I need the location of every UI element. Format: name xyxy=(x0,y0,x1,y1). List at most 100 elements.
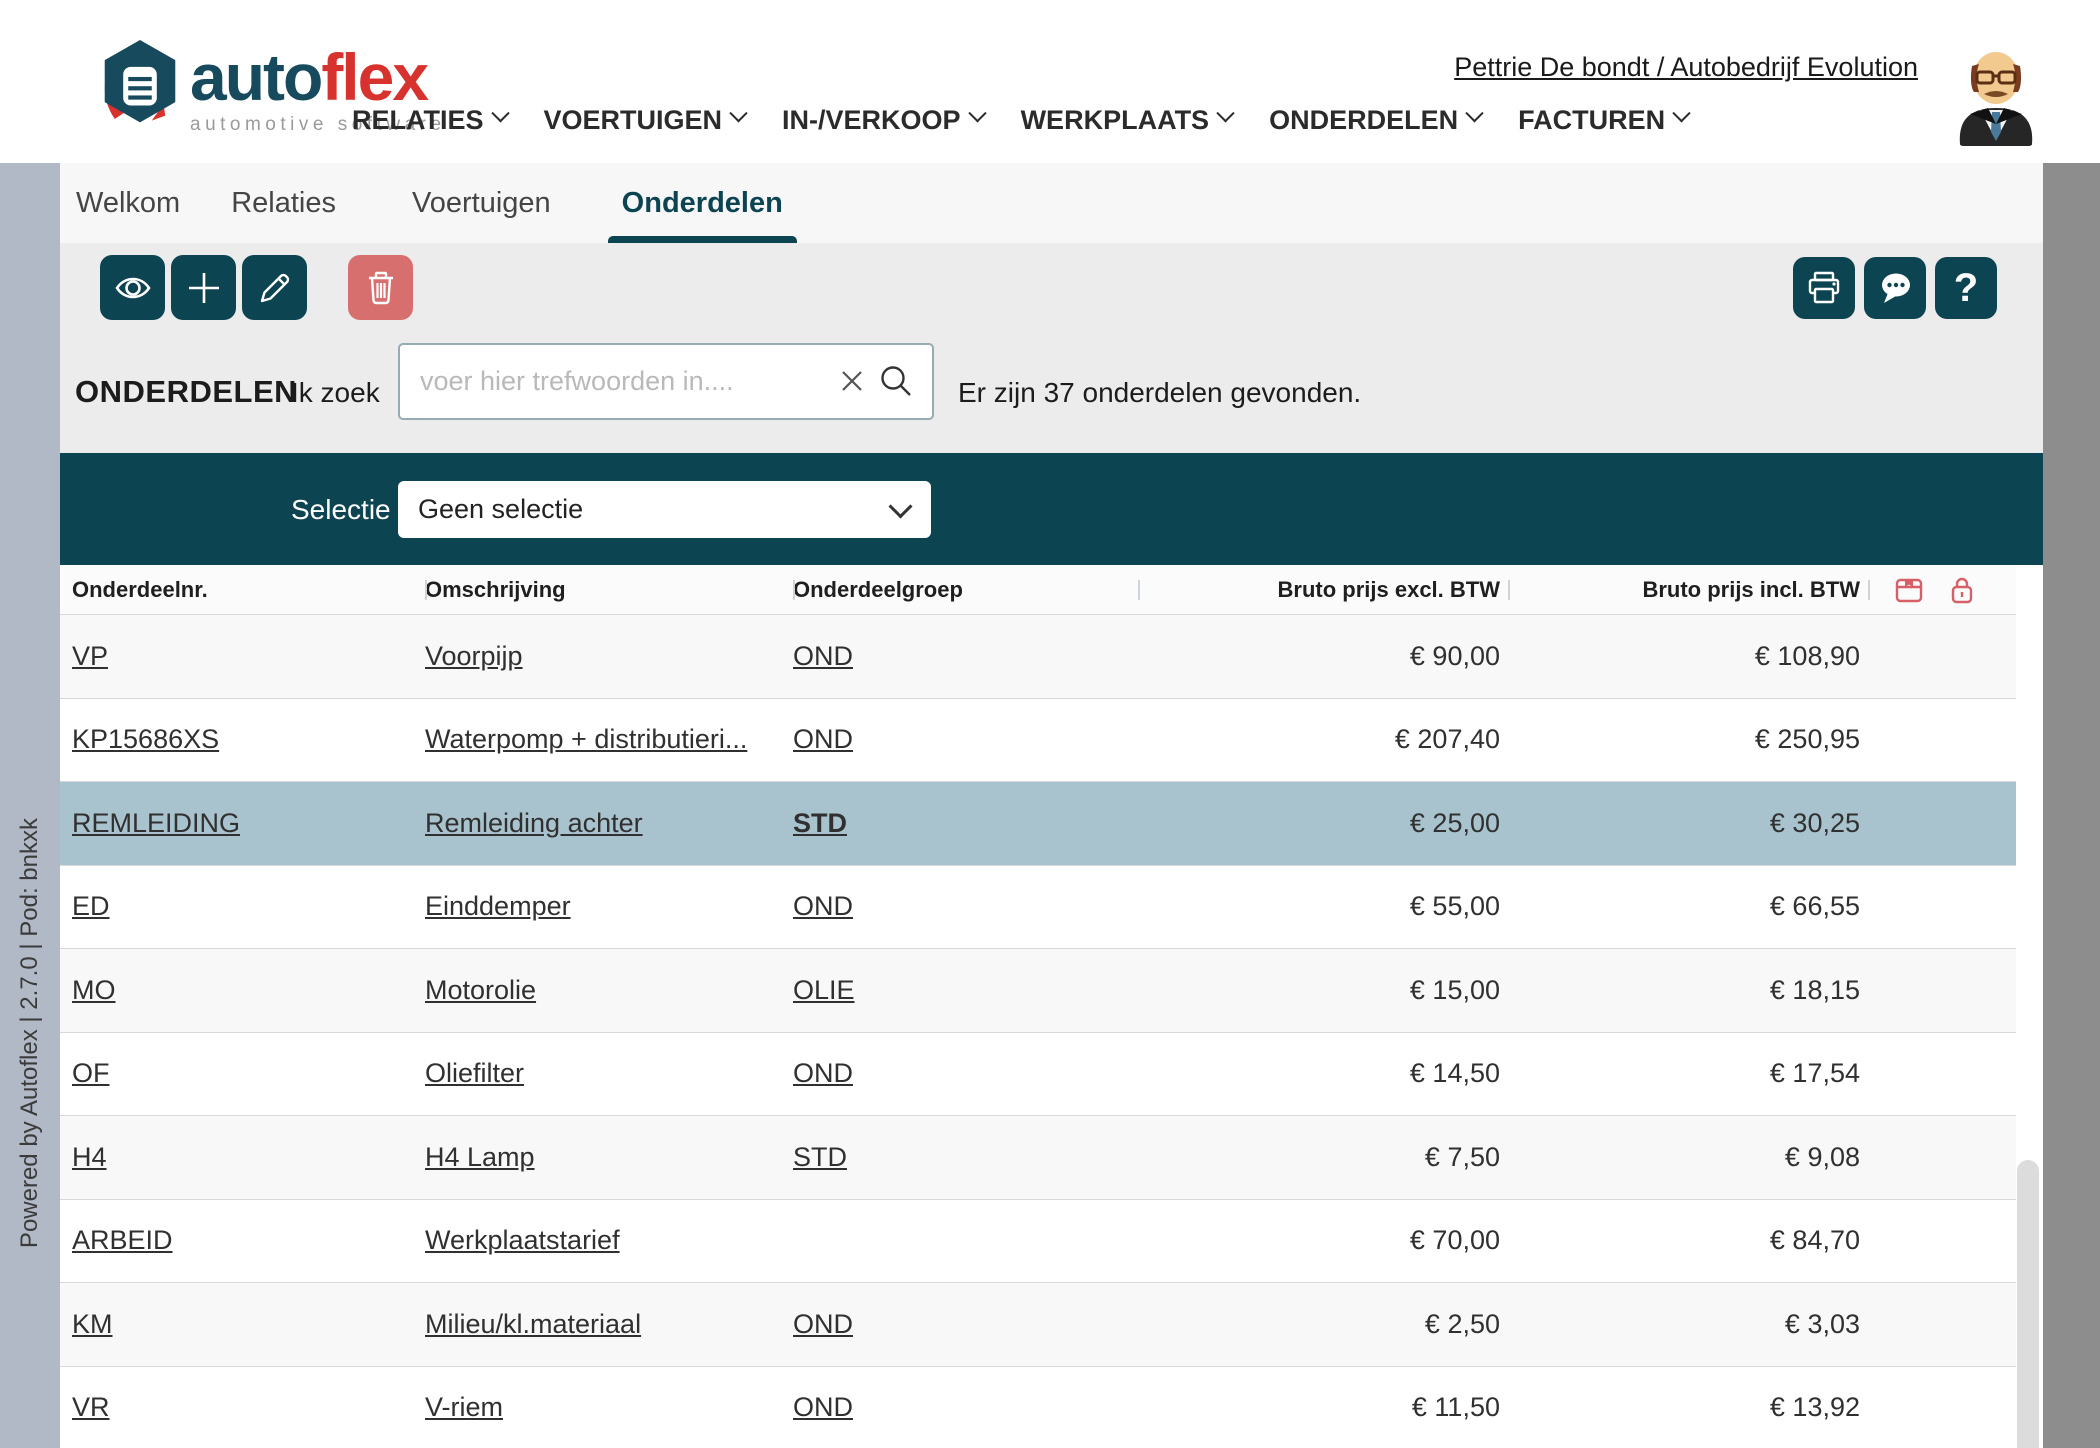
cell-omschrijving[interactable]: Einddemper xyxy=(425,891,793,922)
table-row[interactable]: VR V-riem OND € 11,50 € 13,92 xyxy=(60,1367,2016,1448)
cell-omschrijving[interactable]: Werkplaatstarief xyxy=(425,1225,793,1256)
search-section: ONDERDELEN Ik zoek Er zijn 37 onderdelen… xyxy=(60,330,2043,453)
table-body: VP Voorpijp OND € 90,00 € 108,90 KP15686… xyxy=(60,615,2016,1448)
cell-omschrijving[interactable]: Remleiding achter xyxy=(425,808,793,839)
cell-onderdeelnr[interactable]: KM xyxy=(72,1309,425,1340)
table-row[interactable]: OF Oliefilter OND € 14,50 € 17,54 xyxy=(60,1033,2016,1117)
help-button[interactable]: ? xyxy=(1935,257,1997,319)
cell-omschrijving[interactable]: Milieu/kl.materiaal xyxy=(425,1309,793,1340)
nav-voertuigen[interactable]: VOERTUIGEN xyxy=(544,105,746,136)
cell-onderdeelgroep[interactable]: OND xyxy=(793,641,1138,672)
cell-bruto-incl-btw: € 17,54 xyxy=(1508,1058,1868,1089)
table-row[interactable]: ED Einddemper OND € 55,00 € 66,55 xyxy=(60,866,2016,950)
question-mark-icon: ? xyxy=(1954,268,1978,308)
clear-icon[interactable] xyxy=(838,367,866,395)
cell-onderdeelnr[interactable]: KP15686XS xyxy=(72,724,425,755)
delete-button[interactable] xyxy=(348,255,413,320)
cell-omschrijving[interactable]: Voorpijp xyxy=(425,641,793,672)
column-header-omschrijving[interactable]: Omschrijving xyxy=(425,565,793,614)
cell-onderdeelnr[interactable]: H4 xyxy=(72,1142,425,1173)
table-row[interactable]: REMLEIDING Remleiding achter STD € 25,00… xyxy=(60,782,2016,866)
cell-onderdeelgroep[interactable]: OND xyxy=(793,1392,1138,1423)
cell-omschrijving[interactable]: Motorolie xyxy=(425,975,793,1006)
tab-relaties[interactable]: Relaties xyxy=(217,163,350,243)
vertical-scrollbar-thumb[interactable] xyxy=(2017,1160,2039,1448)
user-account-link[interactable]: Pettrie De bondt / Autobedrijf Evolution xyxy=(1454,52,1918,83)
cell-onderdeelgroep[interactable]: OND xyxy=(793,1058,1138,1089)
cell-bruto-excl-btw: € 90,00 xyxy=(1138,641,1508,672)
logo-wordmark: autoflex xyxy=(190,44,446,110)
cell-onderdeelnr[interactable]: ED xyxy=(72,891,425,922)
cell-onderdeelgroep[interactable]: OND xyxy=(793,724,1138,755)
cell-onderdeelnr[interactable]: MO xyxy=(72,975,425,1006)
nav-relaties[interactable]: RELATIES xyxy=(352,105,507,136)
cell-onderdeelnr[interactable]: REMLEIDING xyxy=(72,808,425,839)
printer-icon xyxy=(1805,270,1843,306)
cell-bruto-excl-btw: € 15,00 xyxy=(1138,975,1508,1006)
table-row[interactable]: VP Voorpijp OND € 90,00 € 108,90 xyxy=(60,615,2016,699)
nav-onderdelen[interactable]: ONDERDELEN xyxy=(1269,105,1481,136)
vertical-scrollbar-track[interactable] xyxy=(2016,565,2040,1448)
cell-bruto-incl-btw: € 3,03 xyxy=(1508,1309,1868,1340)
column-header-onderdeelnr[interactable]: Onderdeelnr. xyxy=(72,565,425,614)
table-row[interactable]: KM Milieu/kl.materiaal OND € 2,50 € 3,03 xyxy=(60,1283,2016,1367)
active-tab-indicator xyxy=(608,236,797,243)
selection-bar: Selectie Geen selectie xyxy=(60,453,2043,565)
cell-bruto-incl-btw: € 84,70 xyxy=(1508,1225,1868,1256)
selection-dropdown[interactable]: Geen selectie xyxy=(398,481,931,538)
nav-in-verkoop[interactable]: IN-/VERKOOP xyxy=(782,105,984,136)
cell-bruto-incl-btw: € 66,55 xyxy=(1508,891,1868,922)
chevron-down-icon xyxy=(1216,104,1234,122)
table-row[interactable]: H4 H4 Lamp STD € 7,50 € 9,08 xyxy=(60,1116,2016,1200)
cell-omschrijving[interactable]: Oliefilter xyxy=(425,1058,793,1089)
cell-bruto-excl-btw: € 55,00 xyxy=(1138,891,1508,922)
column-header-incl-btw[interactable]: Bruto prijs incl. BTW xyxy=(1508,565,1868,614)
cell-omschrijving[interactable]: Waterpomp + distributieri... xyxy=(425,724,793,755)
pencil-icon xyxy=(257,270,293,306)
cell-onderdeelnr[interactable]: ARBEID xyxy=(72,1225,425,1256)
cell-omschrijving[interactable]: V-riem xyxy=(425,1392,793,1423)
chat-button[interactable] xyxy=(1864,257,1926,319)
lock-icon[interactable] xyxy=(1948,575,1976,605)
cell-onderdeelgroep[interactable]: OND xyxy=(793,891,1138,922)
cell-onderdeelgroep[interactable]: STD xyxy=(793,808,1138,839)
cell-bruto-excl-btw: € 7,50 xyxy=(1138,1142,1508,1173)
nav-facturen[interactable]: FACTUREN xyxy=(1518,105,1688,136)
cell-bruto-incl-btw: € 250,95 xyxy=(1508,724,1868,755)
add-button[interactable] xyxy=(171,255,236,320)
view-button[interactable] xyxy=(100,255,165,320)
table-row[interactable]: ARBEID Werkplaatstarief € 70,00 € 84,70 xyxy=(60,1200,2016,1284)
cell-onderdeelnr[interactable]: VP xyxy=(72,641,425,672)
table-row[interactable]: KP15686XS Waterpomp + distributieri... O… xyxy=(60,699,2016,783)
main-content: Welkom Relaties Voertuigen Onderdelen xyxy=(60,163,2043,1448)
trash-icon xyxy=(364,270,398,306)
cell-onderdeelgroep[interactable]: OLIE xyxy=(793,975,1138,1006)
cell-onderdeelgroep[interactable]: OND xyxy=(793,1309,1138,1340)
cell-onderdeelnr[interactable]: VR xyxy=(72,1392,425,1423)
cell-bruto-incl-btw: € 30,25 xyxy=(1508,808,1868,839)
column-header-onderdeelgroep[interactable]: Onderdeelgroep xyxy=(793,565,1138,614)
cell-bruto-excl-btw: € 2,50 xyxy=(1138,1309,1508,1340)
search-icon[interactable] xyxy=(878,363,914,399)
edit-button[interactable] xyxy=(242,255,307,320)
cell-omschrijving[interactable]: H4 Lamp xyxy=(425,1142,793,1173)
print-button[interactable] xyxy=(1793,257,1855,319)
search-label: Ik zoek xyxy=(291,377,380,409)
cell-bruto-excl-btw: € 25,00 xyxy=(1138,808,1508,839)
cell-onderdeelnr[interactable]: OF xyxy=(72,1058,425,1089)
table-row[interactable]: MO Motorolie OLIE € 15,00 € 18,15 xyxy=(60,949,2016,1033)
column-header-excl-btw[interactable]: Bruto prijs excl. BTW xyxy=(1138,565,1508,614)
tab-onderdelen[interactable]: Onderdelen xyxy=(608,163,797,243)
toolbar: ? xyxy=(60,243,2043,330)
parts-table: Onderdeelnr. Omschrijving Onderdeelgroep… xyxy=(60,565,2016,1448)
package-icon[interactable] xyxy=(1894,575,1924,605)
tab-voertuigen[interactable]: Voertuigen xyxy=(398,163,565,243)
avatar[interactable] xyxy=(1950,44,2042,146)
eye-icon xyxy=(113,271,153,305)
cell-bruto-incl-btw: € 108,90 xyxy=(1508,641,1868,672)
column-separator xyxy=(425,580,427,600)
nav-werkplaats[interactable]: WERKPLAATS xyxy=(1021,105,1233,136)
tab-welkom[interactable]: Welkom xyxy=(62,163,194,243)
cell-onderdeelgroep[interactable]: STD xyxy=(793,1142,1138,1173)
cell-bruto-excl-btw: € 14,50 xyxy=(1138,1058,1508,1089)
